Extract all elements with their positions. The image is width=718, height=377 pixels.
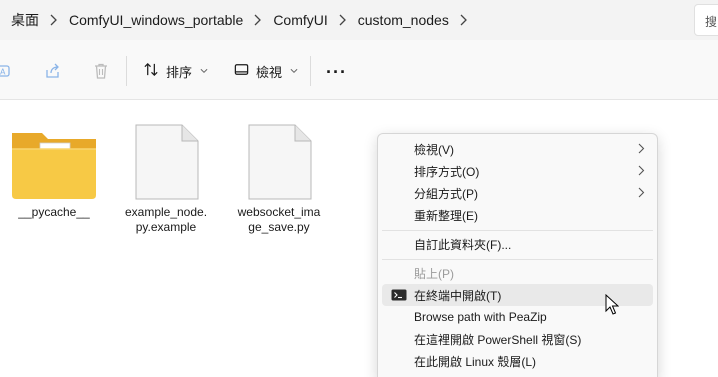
file-item[interactable]: example_node. py.example bbox=[116, 113, 216, 235]
mouse-cursor-icon bbox=[605, 294, 619, 315]
menu-item-view[interactable]: 檢視(V) bbox=[382, 138, 653, 160]
toolbar-divider bbox=[126, 56, 127, 86]
breadcrumb-comfyui[interactable]: ComfyUI bbox=[273, 12, 327, 28]
file-explorer-window: 桌面 ComfyUI_windows_portable ComfyUI cust… bbox=[0, 0, 718, 377]
menu-item-refresh[interactable]: 重新整理(E) bbox=[382, 204, 653, 226]
more-icon[interactable]: ··· bbox=[326, 62, 347, 83]
terminal-icon bbox=[391, 289, 407, 301]
sort-icon bbox=[143, 61, 160, 81]
chevron-right-icon[interactable] bbox=[39, 14, 69, 26]
view-label: 檢視 bbox=[256, 64, 283, 80]
breadcrumb-desktop[interactable]: 桌面 bbox=[11, 10, 39, 30]
chevron-right-icon bbox=[638, 187, 645, 198]
view-icon bbox=[233, 61, 250, 81]
command-bar: A 排序 檢視 ··· bbox=[0, 40, 718, 100]
file-name: example_node. py.example bbox=[124, 205, 208, 234]
file-name: websocket_ima ge_save.py bbox=[237, 205, 321, 234]
sort-button[interactable]: 排序 bbox=[143, 58, 208, 84]
menu-item-customize-folder[interactable]: 自訂此資料夾(F)... bbox=[382, 233, 653, 255]
menu-item-paste: 貼上(P) bbox=[414, 266, 454, 281]
menu-separator bbox=[382, 230, 653, 231]
chevron-down-icon bbox=[290, 66, 298, 76]
menu-item-open-powershell[interactable]: 在這裡開啟 PowerShell 視窗(S) bbox=[382, 328, 653, 350]
chevron-right-icon bbox=[638, 165, 645, 176]
menu-item-open-linux-shell[interactable]: 在此開啟 Linux 殼層(L) bbox=[382, 350, 653, 372]
menu-separator bbox=[382, 259, 653, 260]
folder-item[interactable]: __pycache__ bbox=[4, 113, 104, 220]
rename-icon[interactable]: A bbox=[0, 62, 12, 80]
folder-icon bbox=[4, 113, 104, 205]
chevron-right-icon[interactable] bbox=[243, 14, 273, 26]
svg-text:A: A bbox=[0, 68, 6, 77]
share-icon[interactable] bbox=[44, 62, 62, 80]
chevron-right-icon[interactable] bbox=[328, 14, 358, 26]
menu-item-group-by[interactable]: 分組方式(P) bbox=[382, 182, 653, 204]
delete-icon[interactable] bbox=[92, 62, 110, 80]
search-label: 搜 bbox=[705, 15, 718, 29]
file-icon bbox=[116, 113, 216, 205]
address-bar: 桌面 ComfyUI_windows_portable ComfyUI cust… bbox=[0, 0, 718, 40]
breadcrumb-comfyui-portable[interactable]: ComfyUI_windows_portable bbox=[69, 12, 243, 28]
file-name: __pycache__ bbox=[18, 205, 90, 219]
breadcrumb-custom-nodes[interactable]: custom_nodes bbox=[358, 12, 449, 28]
sort-label: 排序 bbox=[166, 64, 193, 80]
chevron-down-icon bbox=[200, 66, 208, 76]
chevron-right-icon bbox=[638, 143, 645, 154]
file-item[interactable]: websocket_ima ge_save.py bbox=[229, 113, 329, 235]
file-icon bbox=[229, 113, 329, 205]
chevron-right-icon[interactable] bbox=[449, 14, 479, 26]
context-menu: 檢視(V) 排序方式(O) 分組方式(P) 重新整理(E) 自訂此資料夾(F).… bbox=[377, 133, 658, 377]
search-input[interactable]: 搜 bbox=[694, 4, 718, 36]
menu-item-sort-by[interactable]: 排序方式(O) bbox=[382, 160, 653, 182]
breadcrumb: 桌面 ComfyUI_windows_portable ComfyUI cust… bbox=[0, 0, 690, 40]
toolbar-divider bbox=[310, 56, 311, 86]
view-button[interactable]: 檢視 bbox=[233, 58, 298, 84]
